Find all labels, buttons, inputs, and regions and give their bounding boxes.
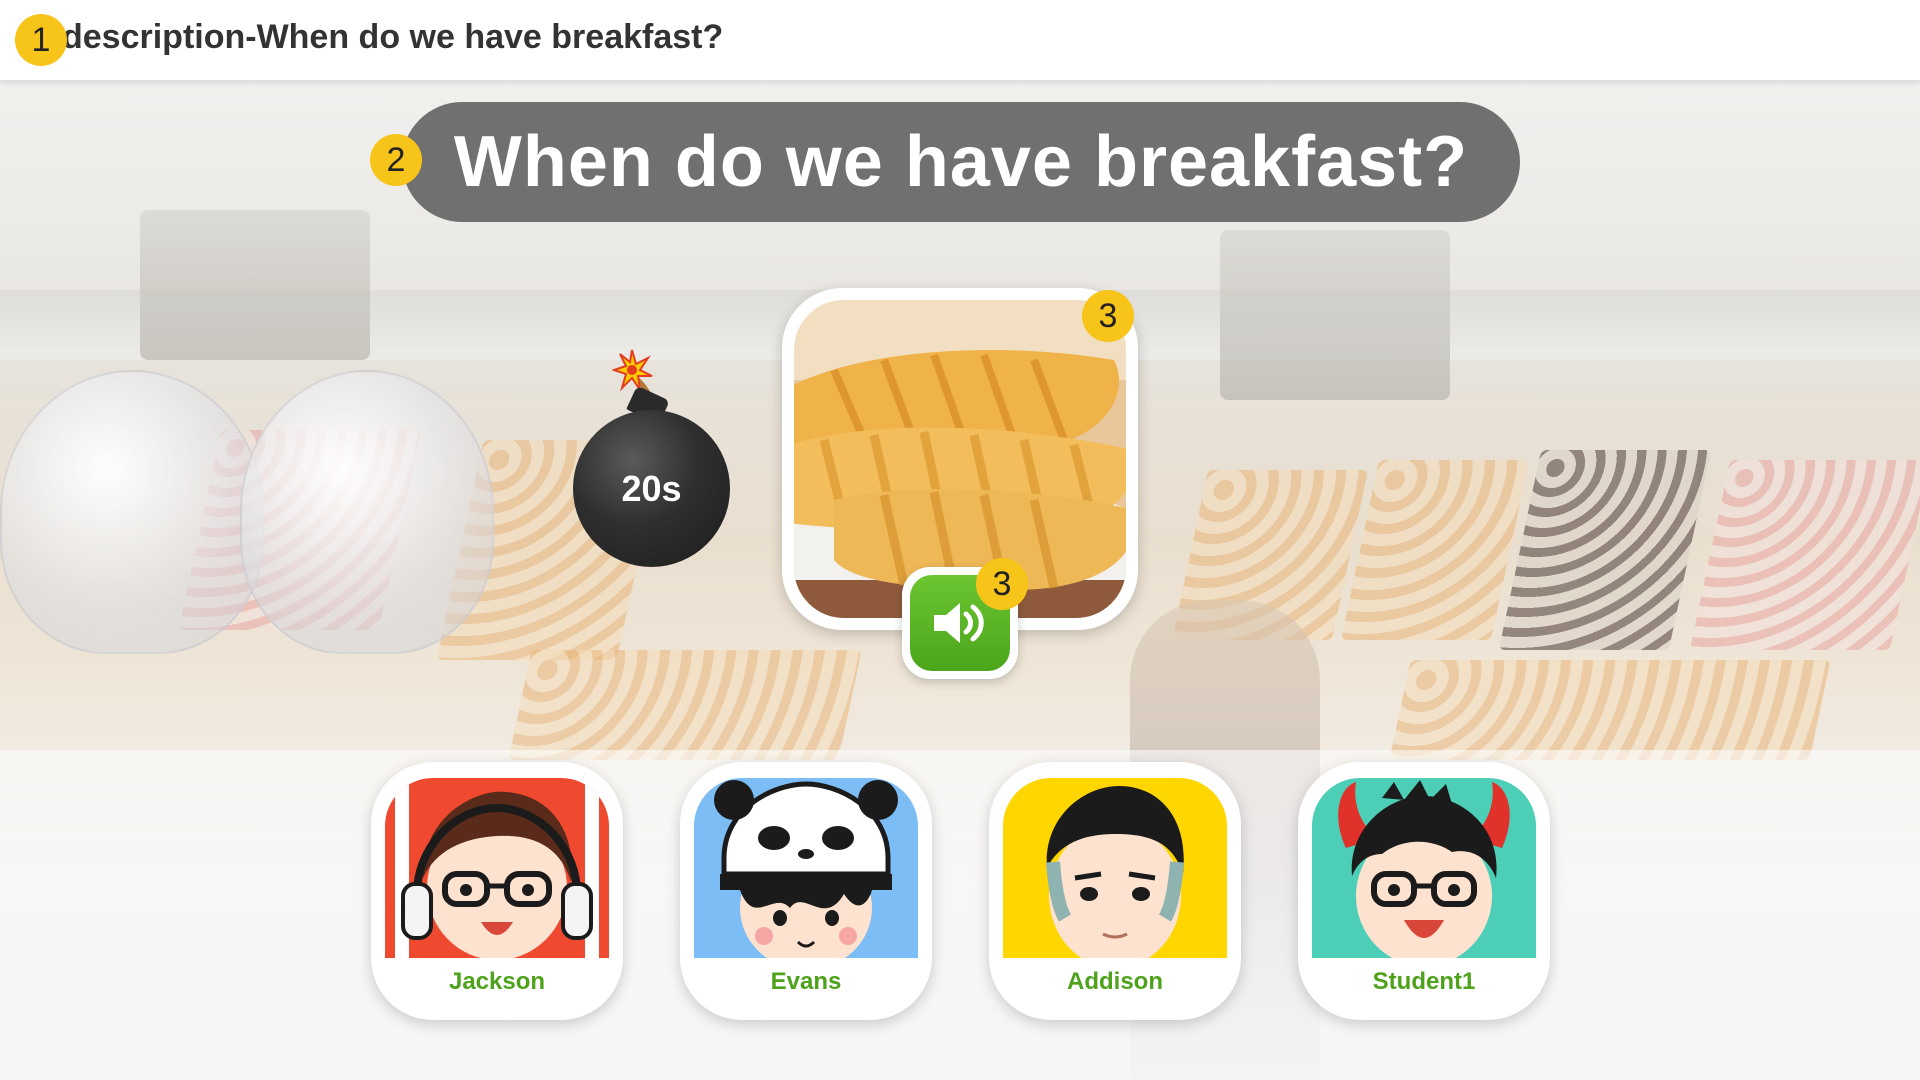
speaker-icon <box>934 603 984 643</box>
avatar <box>694 778 918 958</box>
avatar <box>385 778 609 958</box>
student-name: Evans <box>770 968 842 995</box>
marker-2-badge: 2 <box>370 134 422 186</box>
student-card-evans[interactable]: Evans <box>680 762 932 1020</box>
timer-label: 20s <box>621 468 682 509</box>
marker-1-badge: 1 <box>15 14 67 66</box>
marker-3-badge: 3 <box>1082 290 1134 342</box>
student-name: Jackson <box>448 968 546 995</box>
avatar <box>1003 778 1227 958</box>
avatar <box>1312 778 1536 958</box>
marker-3-audio-badge: 3 <box>976 558 1028 610</box>
header-title: description-When do we have breakfast? <box>62 18 724 56</box>
student-name: Student1 <box>1372 968 1476 995</box>
student-card-jackson[interactable]: Jackson <box>371 762 623 1020</box>
student-card-addison[interactable]: Addison <box>989 762 1241 1020</box>
top-header: description-When do we have breakfast? <box>0 0 1920 80</box>
bomb-timer: 20s <box>573 410 730 567</box>
student-card-student1[interactable]: Student1 <box>1298 762 1550 1020</box>
student-name: Addison <box>1067 968 1163 995</box>
question-banner: When do we have breakfast? <box>402 102 1520 222</box>
question-text: When do we have breakfast? <box>453 122 1469 202</box>
